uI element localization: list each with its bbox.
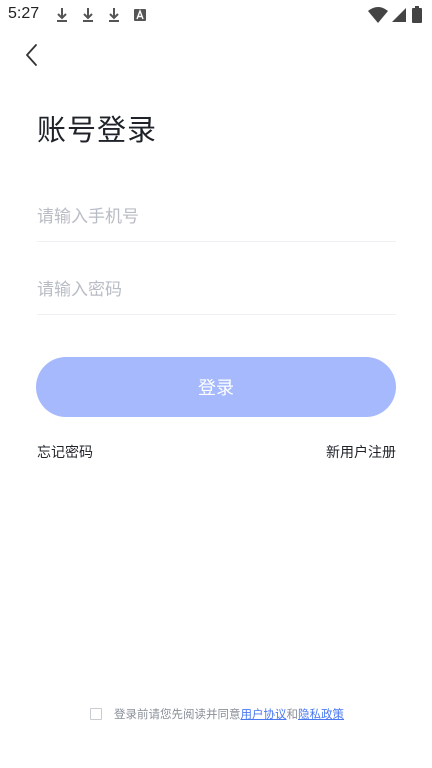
back-button[interactable] [18, 40, 46, 70]
password-field [37, 265, 396, 315]
phone-input[interactable] [37, 192, 396, 241]
user-agreement-link[interactable]: 用户协议 [241, 706, 287, 722]
status-bar: 5:27 [0, 0, 432, 30]
battery-icon [412, 6, 422, 23]
agreement-conjunction: 和 [286, 707, 299, 721]
forgot-password-link[interactable]: 忘记密码 [37, 442, 93, 462]
page-title: 账号登录 [37, 113, 158, 147]
status-time: 5:27 [8, 5, 40, 22]
download-icon [109, 8, 119, 22]
login-button[interactable]: 登录 [36, 357, 396, 417]
agreement-row: 登录前请您先阅读并同意 用户协议 和 隐私政策 [90, 705, 344, 723]
privacy-policy-link[interactable]: 隐私政策 [298, 706, 344, 722]
chevron-left-icon [26, 44, 37, 66]
a-badge-icon [134, 9, 146, 21]
password-input[interactable] [37, 265, 396, 314]
agreement-checkbox[interactable] [90, 708, 102, 720]
download-icon [83, 8, 93, 22]
download-icon [57, 8, 67, 22]
register-link[interactable]: 新用户注册 [326, 442, 396, 462]
wifi-icon [368, 7, 388, 23]
agreement-prefix: 登录前请您先阅读并同意 [114, 707, 241, 721]
signal-icon [392, 8, 406, 22]
phone-field [37, 192, 396, 242]
